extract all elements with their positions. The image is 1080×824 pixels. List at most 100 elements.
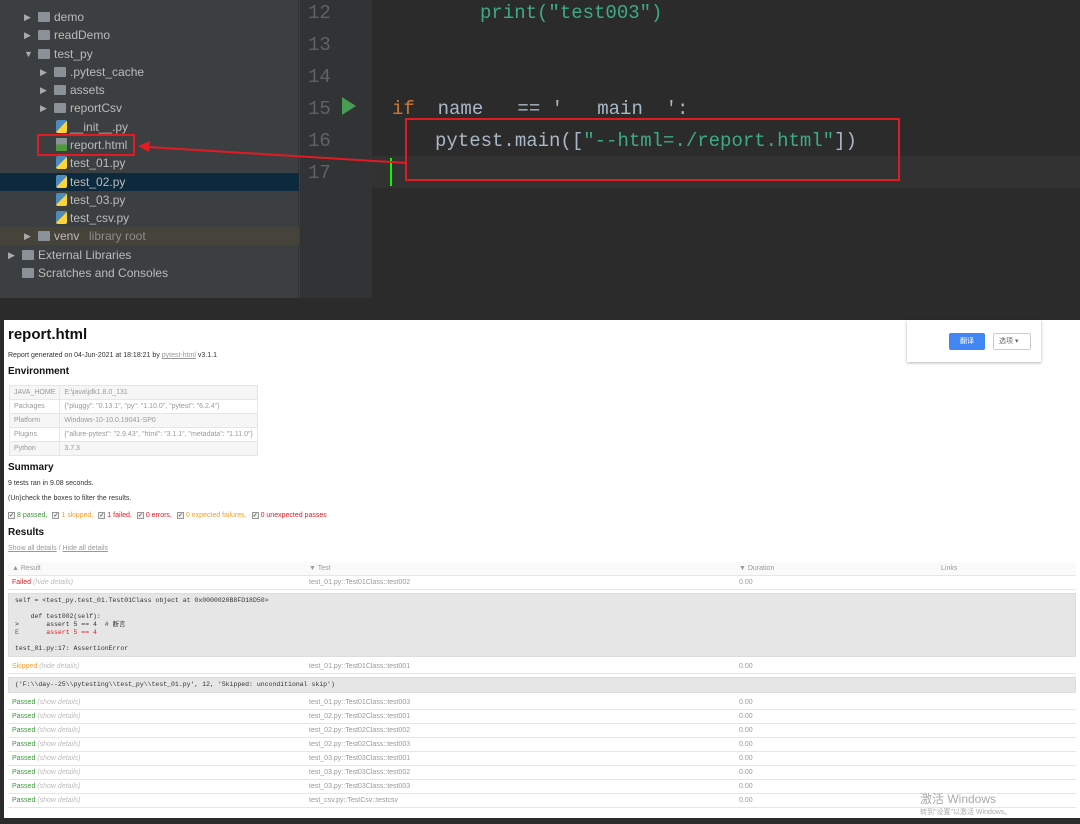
log-error-line: E assert 5 == 4	[15, 629, 97, 636]
result-status: Passed	[12, 699, 36, 706]
duration: 0.00	[739, 797, 753, 804]
checkbox-icon[interactable]: ✓	[251, 512, 259, 519]
test-name: test_03.py::Test03Class::test001	[309, 755, 411, 762]
toggle-details[interactable]: (show details)	[37, 783, 80, 790]
result-row[interactable]: Passed (show details) test_03.py::Test03…	[8, 766, 1076, 780]
env-key: Packages	[8, 399, 61, 414]
duration: 0.00	[739, 755, 753, 762]
filter-label: 0 errors,	[145, 512, 172, 520]
checkbox-icon[interactable]: ✓	[8, 512, 15, 519]
result-row[interactable]: Passed (show details) test_02.py::Test02…	[8, 738, 1076, 752]
column-result[interactable]: ▲ Result	[12, 562, 41, 576]
report-page: report.html Report generated on 04-Jun-2…	[4, 320, 1080, 818]
duration: 0.00	[739, 713, 753, 720]
environment-table: JAVA_HOME E:\java\jdk1.8.0_131 Packages {"p…	[8, 385, 258, 456]
test-name: test_csv.py::TestCsv::testcsv	[309, 797, 398, 804]
result-status: Passed	[12, 741, 36, 748]
filter-label: 1 failed,	[107, 512, 132, 520]
log-line: ('F:\\day--25\\pytesting\\test_py\\test_…	[15, 681, 335, 688]
result-status: Passed	[12, 769, 36, 776]
duration: 0.00	[739, 727, 753, 734]
duration: 0.00	[739, 783, 753, 790]
generated-text: Report generated on 04-Jun-2021 at 18:18…	[8, 352, 160, 359]
env-value: E:\java\jdk1.8.0_131	[59, 385, 258, 400]
test-name: test_01.py::Test01Class::test003	[309, 699, 411, 706]
filter-checkbox[interactable]: ✓ 0 expected failures,	[176, 512, 247, 520]
generated-line: Report generated on 04-Jun-2021 at 18:18…	[8, 352, 217, 359]
pytest-html-link[interactable]: pytest-html	[162, 352, 196, 359]
summary-heading: Summary	[8, 462, 54, 473]
result-status: Passed	[12, 727, 36, 734]
filter-checkbox[interactable]: ✓ 1 skipped,	[52, 512, 93, 519]
duration: 0.00	[739, 741, 753, 748]
column-links: Links	[941, 565, 958, 572]
filter-checkbox[interactable]: ✓ 0 unexpected passes	[251, 512, 327, 520]
ide-window: ▶ demo ▶ readDemo ▼ test_py ▶ .pytest_cache ▶ ass…	[0, 0, 1080, 298]
filter-label: 0 unexpected passes	[260, 512, 327, 520]
result-row[interactable]: Skipped (hide details) test_01.py::Test0…	[8, 660, 1076, 674]
test-name: test_02.py::Test02Class::test001	[309, 713, 411, 720]
env-key: Platform	[8, 413, 61, 428]
column-test[interactable]: ▼ Test	[309, 562, 331, 576]
log-output: self = <test_py.test_01.Test01Class obje…	[8, 593, 1076, 657]
log-line: def test002(self):	[15, 613, 101, 620]
duration: 0.00	[739, 663, 753, 670]
environment-row: Platform Windows-10-10.0.19041-SP0	[8, 413, 258, 428]
show-all-details[interactable]: Show all details	[8, 545, 57, 552]
toggle-details[interactable]: (show details)	[37, 797, 80, 804]
env-key: JAVA_HOME	[8, 385, 61, 400]
filter-checkbox[interactable]: ✓ 1 failed,	[98, 512, 132, 519]
translate-button[interactable]: 翻译	[949, 333, 985, 350]
filter-label: 1 skipped,	[61, 512, 94, 520]
result-row[interactable]: Passed (show details) test_02.py::Test02…	[8, 710, 1076, 724]
hide-all-details[interactable]: Hide all details	[62, 545, 108, 552]
filters: ✓ 8 passed, ✓ 1 skipped, ✓ 1 failed, ✓ 0 errors…	[8, 512, 332, 519]
filter-checkbox[interactable]: ✓ 8 passed,	[8, 512, 47, 519]
column-duration[interactable]: ▼ Duration	[739, 562, 774, 576]
toggle-details[interactable]: (show details)	[37, 727, 80, 734]
toggle-details[interactable]: (show details)	[37, 769, 80, 776]
environment-heading: Environment	[8, 366, 70, 377]
filter-checkbox[interactable]: ✓ 0 errors,	[136, 512, 172, 520]
checkbox-icon[interactable]: ✓	[136, 512, 144, 519]
checkbox-icon[interactable]: ✓	[52, 512, 60, 519]
result-row[interactable]: Passed (show details) test_01.py::Test01…	[8, 696, 1076, 710]
result-row[interactable]: Failed (hide details) test_01.py::Test01…	[8, 576, 1076, 590]
result-row[interactable]: Passed (show details) test_csv.py::TestC…	[8, 794, 1076, 808]
environment-row: Packages {"pluggy": "0.13.1", "py": "1.10…	[8, 399, 258, 414]
windows-watermark: 激活 Windows	[920, 792, 997, 806]
log-output: ('F:\\day--25\\pytesting\\test_py\\test_…	[8, 677, 1076, 693]
toggle-details[interactable]: (show details)	[37, 755, 80, 762]
result-row[interactable]: Passed (show details) test_02.py::Test02…	[8, 724, 1076, 738]
log-line: test_01.py:17: AssertionError	[15, 645, 129, 652]
toggle-details[interactable]: (hide details)	[33, 579, 73, 586]
test-name: test_03.py::Test03Class::test002	[309, 769, 411, 776]
toggle-details[interactable]: (show details)	[37, 713, 80, 720]
toggle-details[interactable]: (show details)	[37, 699, 80, 706]
log-line: > assert 5 == 4 # 断言	[15, 621, 126, 628]
version: v3.1.1	[197, 352, 217, 359]
result-row[interactable]: Passed (show details) test_03.py::Test03…	[8, 752, 1076, 766]
result-status: Failed	[12, 579, 32, 586]
test-name: test_02.py::Test02Class::test002	[309, 727, 411, 734]
filter-label: 0 expected failures,	[185, 512, 247, 520]
options-dropdown[interactable]: 选项 ▾	[993, 333, 1031, 350]
translate-popup: 翻译 选项 ▾	[907, 320, 1041, 362]
test-name: test_02.py::Test02Class::test003	[309, 741, 411, 748]
filter-label: 8 passed,	[17, 512, 48, 520]
test-name: test_01.py::Test01Class::test002	[309, 579, 411, 586]
toggle-details[interactable]: (hide details)	[39, 663, 79, 670]
env-value: {"allure-pytest": "2.9.43", "html": "3.1…	[59, 427, 258, 442]
env-key: Python	[8, 441, 61, 456]
checkbox-icon[interactable]: ✓	[98, 512, 106, 519]
results-header: ▲ Result ▼ Test ▼ Duration Links	[8, 562, 1076, 576]
summary-text: 9 tests ran in 9.08 seconds.	[8, 480, 94, 487]
result-status: Passed	[12, 797, 36, 804]
checkbox-icon[interactable]: ✓	[176, 512, 184, 519]
result-status: Passed	[12, 713, 36, 720]
toggle-details[interactable]: (show details)	[37, 741, 80, 748]
result-row[interactable]: Passed (show details) test_03.py::Test03…	[8, 780, 1076, 794]
test-name: test_01.py::Test01Class::test001	[309, 663, 411, 670]
env-key: Plugins	[8, 427, 61, 442]
